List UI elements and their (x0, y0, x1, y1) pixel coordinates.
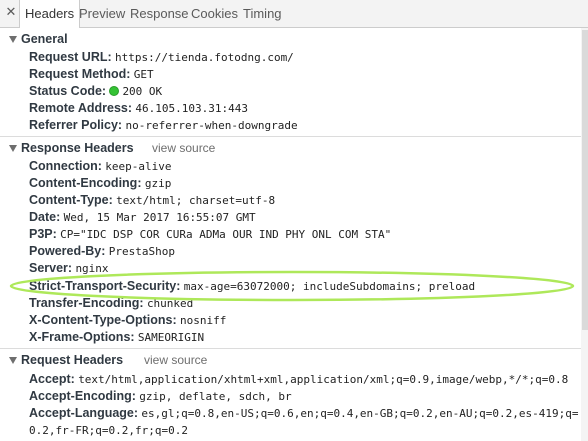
tab-timing[interactable]: Timing (238, 0, 287, 27)
request-header-row-continuation: 0.2,fr-FR;q=0.2,fr;q=0.2 (29, 422, 188, 439)
header-key: X-Content-Type-Options: (29, 313, 177, 327)
header-key: Request URL: (29, 50, 112, 64)
request-header-row: Accept: text/html,application/xhtml+xml,… (29, 371, 568, 388)
triangle-down-icon[interactable] (9, 145, 17, 152)
header-value: 0.2,fr-FR;q=0.2,fr;q=0.2 (29, 424, 188, 437)
triangle-down-icon[interactable] (9, 36, 17, 43)
header-value: Wed, 15 Mar 2017 16:55:07 GMT (63, 211, 256, 224)
response-header-row: Connection: keep-alive (29, 158, 172, 175)
header-value: gzip, deflate, sdch, br (139, 390, 292, 403)
header-key: P3P: (29, 227, 57, 241)
response-header-row-highlighted: Strict-Transport-Security: max-age=63072… (29, 278, 475, 295)
response-header-row: Server: nginx (29, 260, 109, 277)
response-headers-section-header[interactable]: Response Headers view source (0, 140, 588, 157)
scrollbar-thumb[interactable] (582, 30, 588, 330)
response-headers-title: Response Headers (21, 141, 134, 155)
header-key: Accept-Encoding: (29, 389, 136, 403)
request-header-row: Accept-Encoding: gzip, deflate, sdch, br (29, 388, 292, 405)
response-header-row: Transfer-Encoding: chunked (29, 295, 193, 312)
header-value: GET (133, 68, 154, 81)
header-value: text/html,application/xhtml+xml,applicat… (78, 373, 569, 386)
header-value: 46.105.103.31:443 (135, 102, 248, 115)
general-row: Request URL: https://tienda.fotodng.com/ (29, 49, 294, 66)
header-key: Content-Encoding: (29, 176, 142, 190)
header-key: Strict-Transport-Security: (29, 279, 181, 293)
header-key: Server: (29, 261, 73, 275)
header-key: Referrer Policy: (29, 118, 123, 132)
header-value: es,gl;q=0.8,en-US;q=0.6,en;q=0.4,en-GB;q… (141, 407, 579, 420)
header-value: nosniff (180, 314, 227, 327)
header-key: Status Code: (29, 84, 107, 98)
response-header-row: Content-Type: text/html; charset=utf-8 (29, 192, 275, 209)
response-header-row: Date: Wed, 15 Mar 2017 16:55:07 GMT (29, 209, 256, 226)
tab-cookies[interactable]: Cookies (186, 0, 243, 27)
header-key: Powered-By: (29, 244, 106, 258)
header-key: Date: (29, 210, 61, 224)
header-value: https://tienda.fotodng.com/ (115, 51, 294, 64)
header-key: Content-Type: (29, 193, 113, 207)
header-value: max-age=63072000; includeSubdomains; pre… (183, 280, 476, 293)
request-headers-title: Request Headers (21, 353, 124, 367)
tab-bar: ✕ Headers Preview Response Cookies Timin… (0, 0, 588, 28)
header-value: 200 OK (122, 85, 163, 98)
response-header-row: Powered-By: PrestaShop (29, 243, 175, 260)
view-source-link[interactable]: view source (152, 140, 215, 157)
view-source-link[interactable]: view source (144, 352, 207, 369)
tab-headers[interactable]: Headers (19, 0, 81, 28)
section-divider (0, 348, 588, 349)
header-value: nginx (75, 262, 109, 275)
header-value: SAMEORIGIN (137, 331, 205, 344)
header-key: Connection: (29, 159, 102, 173)
header-key: Transfer-Encoding: (29, 296, 144, 310)
response-header-row: P3P: CP="IDC DSP COR CURa ADMa OUR IND P… (29, 226, 391, 243)
general-section-title: General (21, 32, 68, 46)
response-header-row: X-Frame-Options: SAMEORIGIN (29, 329, 204, 346)
general-row: Request Method: GET (29, 66, 154, 83)
response-header-row: X-Content-Type-Options: nosniff (29, 312, 226, 329)
header-value: text/html; charset=utf-8 (116, 194, 276, 207)
general-section-header[interactable]: General (0, 31, 588, 48)
header-value: chunked (146, 297, 194, 310)
tab-preview[interactable]: Preview (74, 0, 130, 27)
status-dot-icon (109, 86, 120, 96)
header-value: no-referrer-when-downgrade (125, 119, 298, 132)
header-key: X-Frame-Options: (29, 330, 135, 344)
request-header-row: Accept-Language: es,gl;q=0.8,en-US;q=0.6… (29, 405, 578, 422)
section-divider (0, 136, 588, 137)
header-key: Remote Address: (29, 101, 133, 115)
response-header-row: Content-Encoding: gzip (29, 175, 171, 192)
triangle-down-icon[interactable] (9, 357, 17, 364)
general-row: Referrer Policy: no-referrer-when-downgr… (29, 117, 298, 134)
header-value: gzip (144, 177, 172, 190)
header-value: PrestaShop (108, 245, 175, 258)
header-value: keep-alive (105, 160, 172, 173)
header-key: Accept-Language: (29, 406, 139, 420)
close-icon[interactable]: ✕ (4, 6, 18, 20)
general-row: Remote Address: 46.105.103.31:443 (29, 100, 248, 117)
header-key: Request Method: (29, 67, 131, 81)
tab-response[interactable]: Response (125, 0, 194, 27)
header-key: Accept: (29, 372, 75, 386)
request-headers-section-header[interactable]: Request Headers view source (0, 352, 588, 369)
general-row: Status Code: 200 OK (29, 83, 162, 100)
header-value: CP="IDC DSP COR CURa ADMa OUR IND PHY ON… (60, 228, 392, 241)
